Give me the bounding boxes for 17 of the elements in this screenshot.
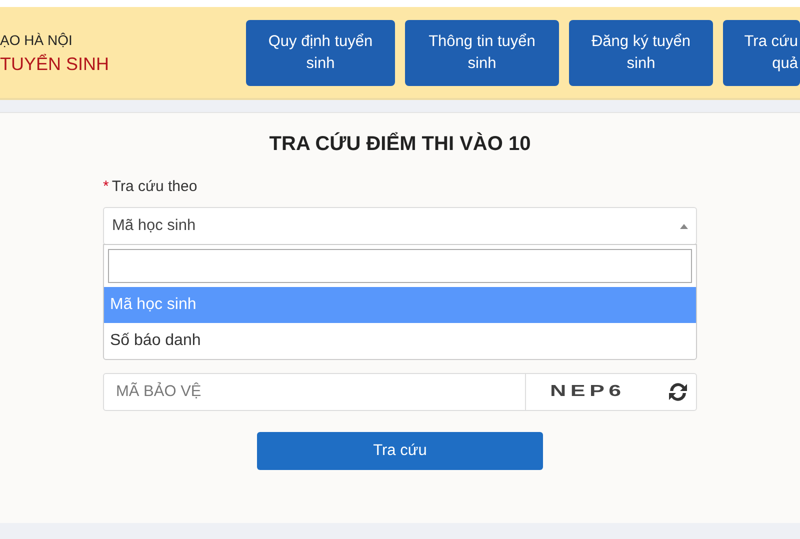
nav-button[interactable]: Quy định tuyển sinh — [246, 20, 395, 86]
nav-button[interactable]: Tra cứu quả — [723, 20, 800, 86]
search-button[interactable]: Tra cứu — [257, 432, 543, 470]
lookup-type-select[interactable]: Mã học sinh — [103, 207, 697, 245]
nav-button[interactable]: Đăng ký tuyển sinh — [569, 20, 713, 86]
nav-button[interactable]: Thông tin tuyển sinh — [405, 20, 559, 86]
search-field[interactable] — [108, 249, 692, 283]
page-title: TRA CỨU ĐIỂM THI VÀO 10 — [268, 131, 532, 156]
caret-icon — [680, 224, 688, 228]
captcha-code: NEP6 — [550, 383, 626, 401]
site-title: TUYỂN SINH — [0, 54, 110, 75]
captcha-input[interactable]: MÃ BẢO VỆ — [104, 374, 526, 410]
required-mark: * — [103, 178, 109, 195]
field-label: Tra cứu theo — [112, 178, 198, 195]
dropdown-option[interactable]: Số báo danh — [104, 323, 696, 359]
organization-name: ẠO HÀ NỘI — [0, 32, 74, 48]
refresh-icon[interactable] — [666, 380, 690, 404]
